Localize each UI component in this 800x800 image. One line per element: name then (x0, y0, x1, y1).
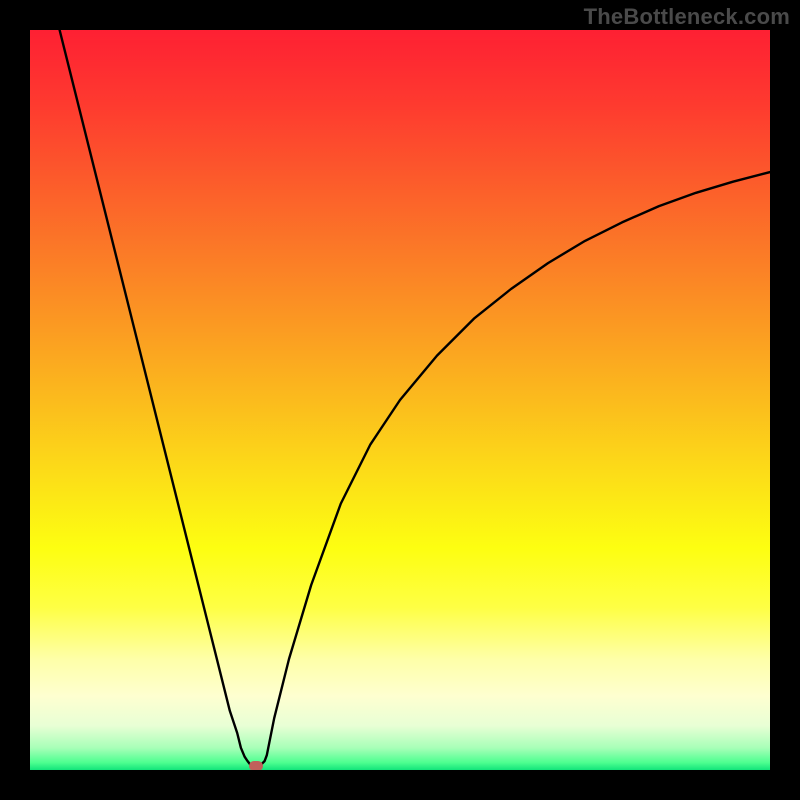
watermark-text: TheBottleneck.com (584, 4, 790, 30)
plot-area (30, 30, 770, 770)
optimal-marker (249, 761, 263, 770)
chart-stage: TheBottleneck.com (0, 0, 800, 800)
bottleneck-curve (60, 30, 770, 766)
curve-layer (30, 30, 770, 770)
